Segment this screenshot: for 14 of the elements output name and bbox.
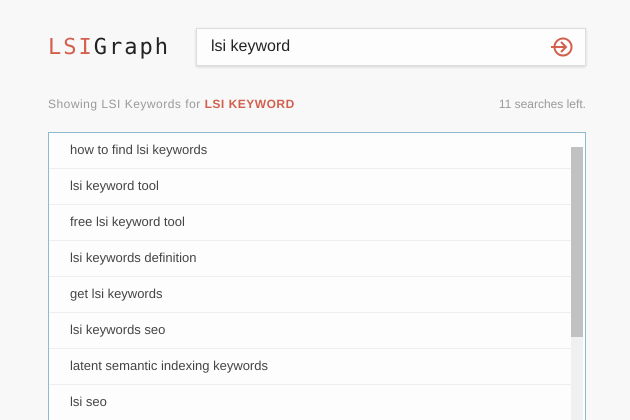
keyword-item[interactable]: get lsi keywords bbox=[49, 277, 571, 313]
keyword-item[interactable]: lsi keywords seo bbox=[49, 313, 571, 349]
keyword-item[interactable]: free lsi keyword tool bbox=[49, 205, 571, 241]
scrollbar[interactable] bbox=[571, 147, 583, 420]
logo-text: Graph bbox=[94, 34, 170, 60]
keyword-item[interactable]: latent semantic indexing keywords bbox=[49, 349, 571, 385]
search-field[interactable]: lsi keyword bbox=[196, 28, 586, 66]
keyword-item[interactable]: how to find lsi keywords bbox=[49, 133, 571, 169]
results-summary: Showing LSI Keywords for LSI KEYWORD bbox=[48, 97, 295, 111]
submit-icon[interactable] bbox=[550, 36, 574, 58]
keyword-item[interactable]: lsi keyword tool bbox=[49, 169, 571, 205]
searches-left: 11 searches left. bbox=[498, 97, 586, 111]
keyword-item[interactable]: lsi keywords definition bbox=[49, 241, 571, 277]
logo-text: LSI bbox=[48, 34, 94, 60]
